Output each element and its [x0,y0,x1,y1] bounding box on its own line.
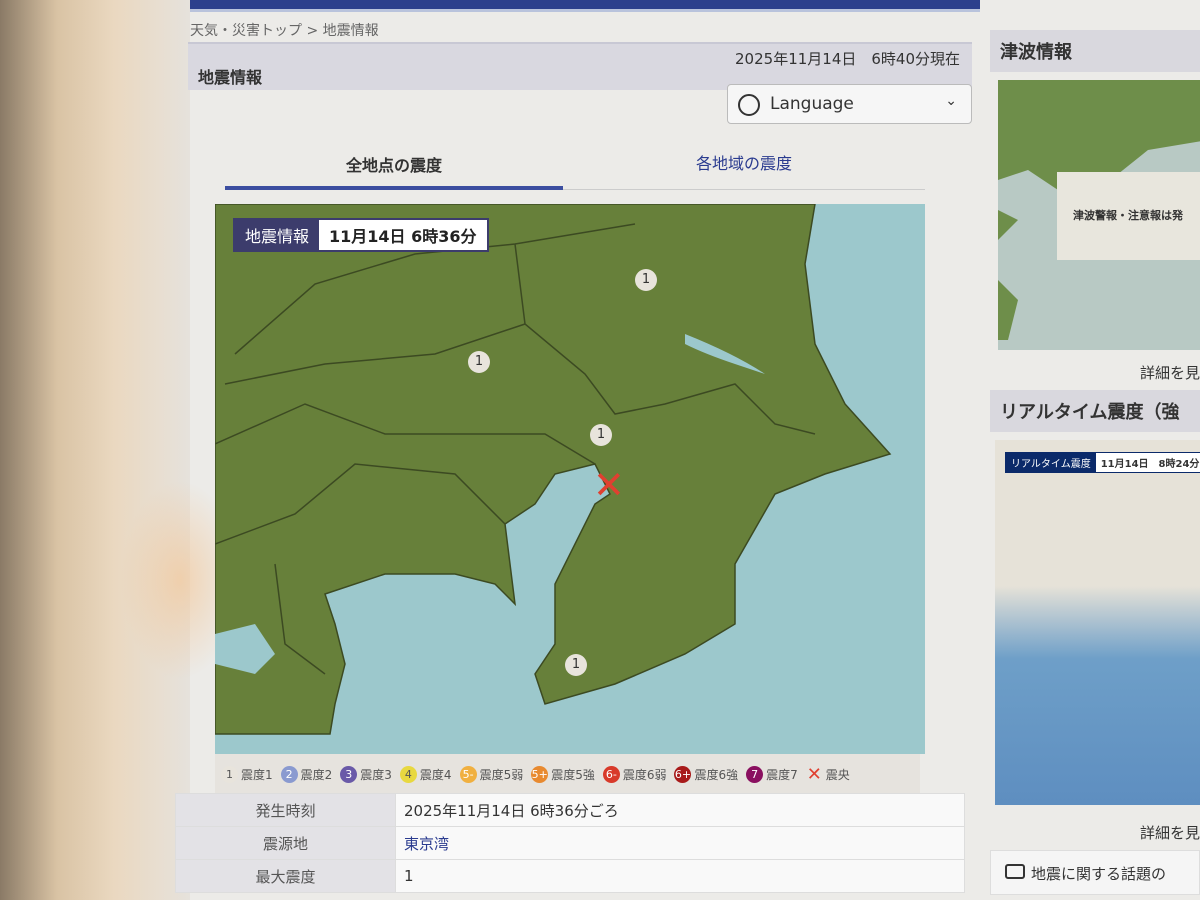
tsunami-title: 津波情報 [990,30,1200,72]
legend-item: 2 震度2 [280,765,333,783]
tab-all-points[interactable]: 全地点の震度 [225,150,563,190]
legend-item: 5+ 震度5強 [531,765,595,783]
epicenter-icon: ✕ [593,463,625,507]
update-time: 2025年11月14日 6時40分現在 [735,50,960,68]
legend-item: 3 震度3 [340,765,392,783]
legend-item: 1 震度1 [221,765,273,783]
chevron-down-icon: ⌄ [945,93,957,109]
tsunami-section: 津波情報 [990,30,1200,72]
realtime-section: リアルタイム震度（強 [990,390,1200,432]
legend-label: 震度1 [241,767,273,782]
map-badge: 地震情報 11月14日 6時36分 [233,218,489,252]
legend-item: 6- 震度6弱 [602,765,667,783]
legend-label: 震度7 [766,767,798,782]
intensity-dot-icon: 1 [221,765,238,783]
legend-label: 震度2 [300,767,333,782]
row-label: 最大震度 [175,859,396,893]
legend-label: 震度4 [419,767,452,782]
row-value: 1 [395,859,965,893]
intensity-dot-icon: 5- [459,765,477,783]
globe-icon [738,94,760,116]
photo-bezel [0,0,190,900]
chat-icon [1005,864,1025,879]
legend-label: 震度5強 [551,767,595,782]
intensity-legend: 1 震度1 2 震度2 3 震度3 4 震度4 5- 震度5弱 5+ 震度5強 6- 震度6弱 6+ 震度6強… [215,754,920,794]
row-value: 東京湾 [395,826,965,860]
legend-item: 5- 震度5弱 [459,765,524,783]
tab-regions[interactable]: 各地域の震度 [563,150,925,190]
legend-item: 4 震度4 [399,765,452,783]
intensity-marker[interactable]: 1 [635,269,657,291]
legend-item: ✕ 震央 [806,763,850,785]
legend-item: 6+ 震度6強 [674,765,739,783]
epicenter-icon: ✕ [806,763,822,785]
intensity-marker[interactable]: 1 [468,351,490,373]
intensity-dot-icon: 2 [280,765,298,783]
intensity-dot-icon: 4 [399,765,417,783]
row-label: 発生時刻 [175,793,396,827]
realtime-map[interactable] [995,440,1200,805]
intensity-dot-icon: 3 [340,765,358,783]
map-badge-label: 地震情報 [235,220,320,250]
intensity-marker[interactable]: 1 [565,654,587,676]
row-label: 震源地 [175,826,396,860]
realtime-badge: リアルタイム震度 11月14日 8時24分 [1005,452,1200,473]
site-header-bar [190,0,980,12]
table-row: 最大震度 1 [175,859,965,893]
realtime-badge-label: リアルタイム震度 [1006,453,1096,472]
page-title: 地震情報 [198,68,263,87]
row-value: 2025年11月14日 6時36分ごろ [395,793,965,827]
realtime-more-link[interactable]: 詳細を見 [1140,822,1200,843]
page-header: 地震情報 2025年11月14日 6時40分現在 [188,42,972,90]
language-select[interactable]: Language ⌄ [727,84,972,124]
intensity-dot-icon: 6+ [674,765,692,783]
tsunami-more-link[interactable]: 詳細を見 [1140,362,1200,383]
language-label: Language [770,94,854,114]
realtime-badge-time: 11月14日 8時24分 [1095,453,1200,472]
legend-label: 震度6強 [694,767,739,782]
legend-label: 震度3 [360,767,392,782]
realtime-title: リアルタイム震度（強 [990,390,1200,432]
table-row: 震源地 東京湾 [175,826,965,860]
tsunami-message: 津波警報・注意報は発 [1057,172,1200,260]
topics-label: 地震に関する話題の [1031,865,1167,883]
intensity-dot-icon: 5+ [531,765,549,783]
legend-label: 震度5弱 [479,767,524,782]
earthquake-details-table: 発生時刻 2025年11月14日 6時36分ごろ 震源地 東京湾 最大震度 1 [175,793,965,893]
earthquake-map[interactable]: 1 1 1 1 ✕ [215,204,925,754]
breadcrumb[interactable]: 天気・災害トップ > 地震情報 [190,20,379,40]
table-row: 発生時刻 2025年11月14日 6時36分ごろ [175,793,965,827]
legend-label: 震度6弱 [622,767,667,782]
earthquake-topics-link[interactable]: 地震に関する話題の [990,850,1200,895]
intensity-dot-icon: 7 [746,765,764,783]
map-badge-time: 11月14日 6時36分 [319,220,487,250]
legend-label: 震央 [825,767,850,782]
legend-item: 7 震度7 [746,765,798,783]
intensity-marker[interactable]: 1 [590,424,612,446]
intensity-dot-icon: 6- [602,765,620,783]
